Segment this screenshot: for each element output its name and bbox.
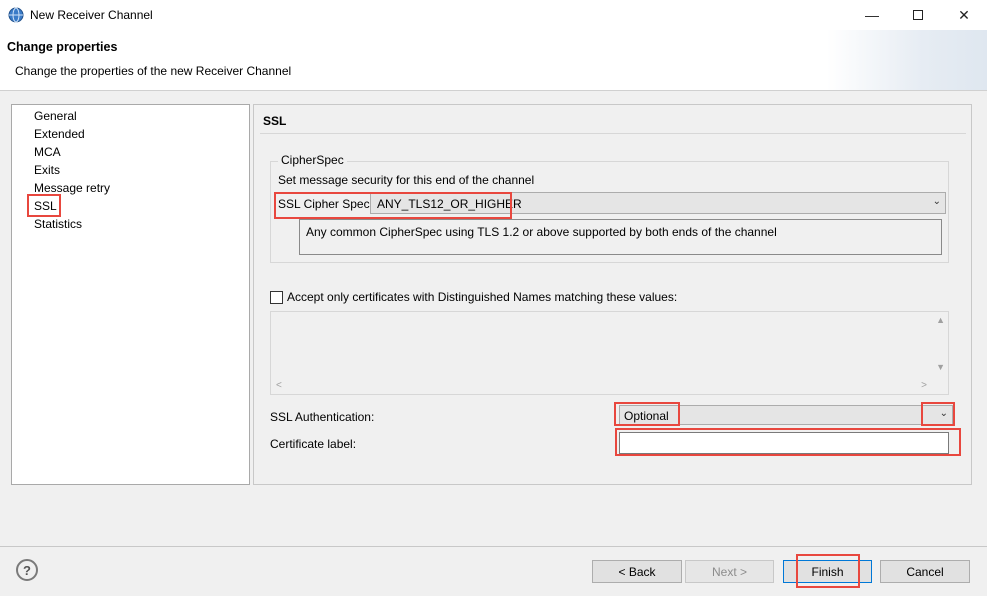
page-title: Change properties: [7, 40, 118, 54]
cipherspec-description: Set message security for this end of the…: [278, 173, 535, 187]
help-icon: ?: [23, 562, 31, 578]
ssl-panel: SSL CipherSpec Set message security for …: [253, 104, 972, 485]
cipher-spec-select[interactable]: ANY_TLS12_OR_HIGHER ⌄: [370, 192, 946, 214]
globe-icon: [8, 7, 24, 23]
nav-item-message-retry[interactable]: Message retry: [34, 181, 110, 195]
dn-filter-label: Accept only certificates with Distinguis…: [287, 290, 678, 304]
cipher-spec-label: SSL Cipher Spec:: [278, 197, 373, 211]
cert-label-label: Certificate label:: [270, 437, 357, 451]
cipher-spec-detail: Any common CipherSpec using TLS 1.2 or a…: [306, 225, 777, 239]
chevron-down-icon[interactable]: ⌄: [940, 408, 948, 419]
finish-button[interactable]: Finish: [783, 560, 872, 583]
dn-filter-checkbox[interactable]: [270, 291, 283, 304]
property-nav: General Extended MCA Exits Message retry…: [11, 104, 250, 485]
close-button[interactable]: ✕: [941, 0, 987, 30]
ssl-auth-label: SSL Authentication:: [270, 410, 375, 424]
back-button[interactable]: < Back: [592, 560, 682, 583]
help-button[interactable]: ?: [16, 559, 38, 581]
scroll-down-icon[interactable]: ▼: [936, 362, 945, 372]
nav-item-general[interactable]: General: [34, 109, 77, 123]
page-description: Change the properties of the new Receive…: [15, 64, 292, 78]
cipher-spec-detail-box: Any common CipherSpec using TLS 1.2 or a…: [299, 219, 942, 255]
minimize-icon: —: [865, 7, 879, 23]
nav-item-statistics[interactable]: Statistics: [34, 217, 82, 231]
wizard-header: Change properties Change the properties …: [0, 30, 987, 91]
ssl-auth-value: Optional: [624, 409, 669, 423]
nav-item-exits[interactable]: Exits: [34, 163, 60, 177]
minimize-button[interactable]: —: [849, 0, 895, 30]
nav-item-ssl[interactable]: SSL: [34, 199, 57, 213]
dn-values-list[interactable]: ▲ ▼ < >: [270, 311, 949, 395]
cert-label-input[interactable]: [619, 432, 949, 454]
scroll-right-icon[interactable]: >: [921, 380, 927, 391]
cancel-button[interactable]: Cancel: [880, 560, 970, 583]
bottom-divider: [0, 546, 987, 547]
vertical-scrollbar[interactable]: ▲ ▼: [931, 312, 948, 378]
title-bar: New Receiver Channel — ✕: [0, 0, 987, 30]
nav-item-extended[interactable]: Extended: [34, 127, 85, 141]
nav-item-mca[interactable]: MCA: [34, 145, 61, 159]
panel-title: SSL: [263, 114, 287, 128]
next-button[interactable]: Next >: [685, 560, 774, 583]
ssl-auth-select[interactable]: Optional ⌄: [619, 405, 953, 425]
scroll-up-icon[interactable]: ▲: [936, 315, 945, 325]
panel-divider: [260, 133, 966, 134]
scroll-left-icon[interactable]: <: [276, 380, 282, 391]
maximize-icon: [913, 10, 923, 20]
header-banner: [827, 30, 987, 90]
cipherspec-legend: CipherSpec: [278, 153, 347, 167]
close-icon: ✕: [958, 6, 970, 23]
chevron-down-icon[interactable]: ⌄: [933, 196, 941, 207]
cipher-spec-value: ANY_TLS12_OR_HIGHER: [377, 197, 522, 211]
window-title: New Receiver Channel: [30, 8, 153, 22]
maximize-button[interactable]: [895, 0, 941, 30]
